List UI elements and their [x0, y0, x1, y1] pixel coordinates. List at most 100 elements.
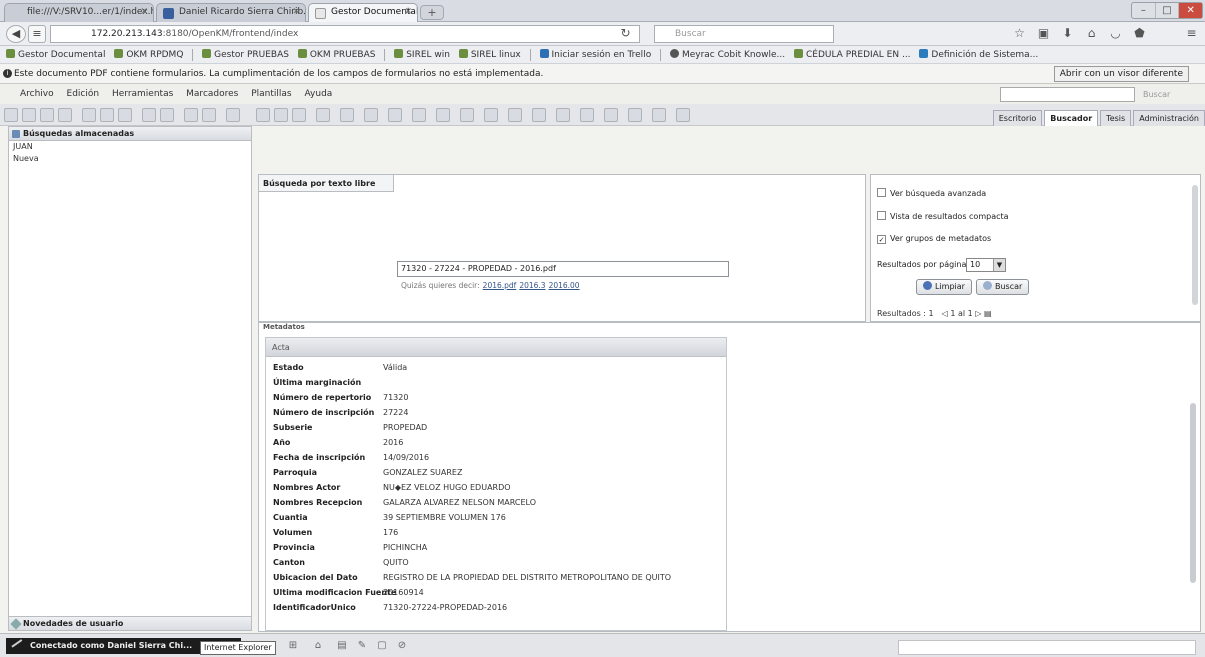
bookmark-item[interactable]: OKM PRUEBAS: [297, 46, 375, 63]
prev-page-icon[interactable]: ◁: [942, 309, 948, 318]
scrollbar[interactable]: [1192, 185, 1198, 305]
star-icon[interactable]: ☆: [1012, 26, 1027, 41]
toolbar-button[interactable]: [202, 108, 216, 122]
toolbar-button[interactable]: [652, 108, 666, 122]
toolbar-button[interactable]: [22, 108, 36, 122]
toolbar-button[interactable]: [532, 108, 546, 122]
link-icon[interactable]: ⊘: [396, 640, 408, 652]
bookmark-item[interactable]: Iniciar sesión en Trello: [539, 46, 651, 63]
browser-tab-active[interactable]: Gestor Documental RPDMQ✕: [308, 3, 418, 22]
menu-edicion[interactable]: Edición: [67, 89, 100, 99]
bookmark-item[interactable]: SIREL linux: [458, 46, 521, 63]
next-page-icon[interactable]: ▷: [975, 309, 981, 318]
suggestion-link[interactable]: 2016.pdf: [483, 281, 517, 290]
browser-search-input[interactable]: Buscar: [654, 25, 834, 43]
results-per-page-select[interactable]: 10 ▼: [966, 258, 1006, 272]
sidebar-icon[interactable]: ≡: [28, 25, 46, 43]
clear-button[interactable]: Limpiar: [916, 279, 972, 295]
export-icon[interactable]: ▤: [984, 309, 992, 318]
toolbar-button[interactable]: [292, 108, 306, 122]
toolbar-button[interactable]: [676, 108, 690, 122]
toolbar-button[interactable]: [226, 108, 240, 122]
scrollbar[interactable]: [1190, 403, 1196, 583]
bookmark-item[interactable]: Meyrac Cobit Knowle...: [669, 46, 785, 63]
toolbar-button[interactable]: [604, 108, 618, 122]
user-news-header[interactable]: Novedades de usuario: [9, 616, 251, 630]
toolbar-button[interactable]: [364, 108, 378, 122]
reload-icon[interactable]: ↻: [618, 26, 633, 41]
close-window-button[interactable]: ✕: [1179, 3, 1203, 18]
toolbar-button[interactable]: [484, 108, 498, 122]
toolbar-button[interactable]: [160, 108, 174, 122]
tab-tesis[interactable]: Tesis: [1100, 110, 1132, 126]
tab-buscador[interactable]: Buscador: [1044, 110, 1099, 126]
search-button[interactable]: Buscar: [976, 279, 1030, 295]
menu-herramientas[interactable]: Herramientas: [112, 89, 173, 99]
toolbar-button[interactable]: [142, 108, 156, 122]
pocket-icon[interactable]: ◡: [1108, 26, 1123, 41]
toolbar-button[interactable]: [58, 108, 72, 122]
toolbar-button[interactable]: [460, 108, 474, 122]
checkbox[interactable]: [877, 211, 886, 220]
new-tab-button[interactable]: +: [420, 5, 444, 20]
menu-ayuda[interactable]: Ayuda: [305, 89, 333, 99]
toolbar-button[interactable]: [556, 108, 570, 122]
library-icon[interactable]: ▣: [1036, 26, 1051, 41]
checkbox-checked[interactable]: ✓: [877, 235, 886, 244]
metadata-groups-option[interactable]: ✓ Ver grupos de metadatos: [877, 233, 991, 245]
close-icon[interactable]: ✕: [292, 7, 300, 17]
toolbar-button[interactable]: [388, 108, 402, 122]
free-text-search-tab[interactable]: Búsqueda por texto libre: [259, 175, 394, 192]
toolbar-button[interactable]: [184, 108, 198, 122]
edit-icon[interactable]: ✎: [356, 640, 368, 652]
bookmark-item[interactable]: Definición de Sistema...: [919, 46, 1038, 63]
bookmark-item[interactable]: OKM RPDMQ: [114, 46, 183, 63]
advanced-search-option[interactable]: Ver búsqueda avanzada: [877, 188, 986, 200]
toolbar-button[interactable]: [580, 108, 594, 122]
document-icon[interactable]: ▤: [336, 640, 348, 652]
toolbar-button[interactable]: [256, 108, 270, 122]
minimize-button[interactable]: –: [1132, 3, 1156, 18]
dashboard-icon[interactable]: ⊞: [287, 640, 299, 652]
search-input[interactable]: 71320 - 27224 - PROPEDAD - 2016.pdf: [397, 261, 729, 277]
checkbox[interactable]: [877, 188, 886, 197]
toolbar-button[interactable]: [40, 108, 54, 122]
menu-archivo[interactable]: Archivo: [20, 89, 54, 99]
open-alt-viewer-button[interactable]: Abrir con un visor diferente: [1053, 66, 1189, 82]
url-bar[interactable]: 172.20.213.143:8180/OpenKM/frontend/inde…: [50, 25, 640, 43]
bookmark-item[interactable]: Gestor Documental: [6, 46, 105, 63]
toolbar-button[interactable]: [118, 108, 132, 122]
toolbar-button[interactable]: [4, 108, 18, 122]
shield-icon[interactable]: ⬟: [1132, 26, 1147, 41]
browser-tab[interactable]: Daniel Ricardo Sierra Chirib... ✕: [156, 3, 306, 22]
toolbar-button[interactable]: [436, 108, 450, 122]
menu-marcadores[interactable]: Marcadores: [186, 89, 238, 99]
toolbar-button[interactable]: [340, 108, 354, 122]
suggestion-link[interactable]: 2016.3: [519, 281, 545, 290]
toolbar-button[interactable]: [508, 108, 522, 122]
suggestion-link[interactable]: 2016.00: [549, 281, 580, 290]
folder-icon[interactable]: ▢: [376, 640, 388, 652]
toolbar-button[interactable]: [100, 108, 114, 122]
toolbar-button[interactable]: [412, 108, 426, 122]
maximize-button[interactable]: □: [1156, 3, 1180, 18]
tab-administracion[interactable]: Administración: [1133, 110, 1205, 126]
browser-tab[interactable]: file:///V:/SRV10...er/1/index.html✕: [4, 3, 154, 22]
saved-search-item[interactable]: Nueva: [9, 153, 251, 165]
close-icon[interactable]: ✕: [140, 7, 148, 17]
toolbar-button[interactable]: [274, 108, 288, 122]
compact-view-option[interactable]: Vista de resultados compacta: [877, 211, 1009, 223]
tab-escritorio[interactable]: Escritorio: [992, 110, 1043, 126]
app-search-input[interactable]: [1000, 87, 1135, 102]
saved-search-item[interactable]: JUAN: [9, 141, 251, 153]
menu-plantillas[interactable]: Plantillas: [251, 89, 291, 99]
toolbar-button[interactable]: [82, 108, 96, 122]
menu-icon[interactable]: ≡: [1184, 26, 1199, 41]
bookmark-item[interactable]: CÉDULA PREDIAL EN ...: [793, 46, 911, 63]
download-icon[interactable]: ⬇: [1060, 26, 1075, 41]
close-icon[interactable]: ✕: [404, 7, 412, 17]
home-icon[interactable]: ⌂: [1084, 26, 1099, 41]
toolbar-button[interactable]: [628, 108, 642, 122]
toolbar-button[interactable]: [316, 108, 330, 122]
bookmark-item[interactable]: SIREL win: [394, 46, 450, 63]
